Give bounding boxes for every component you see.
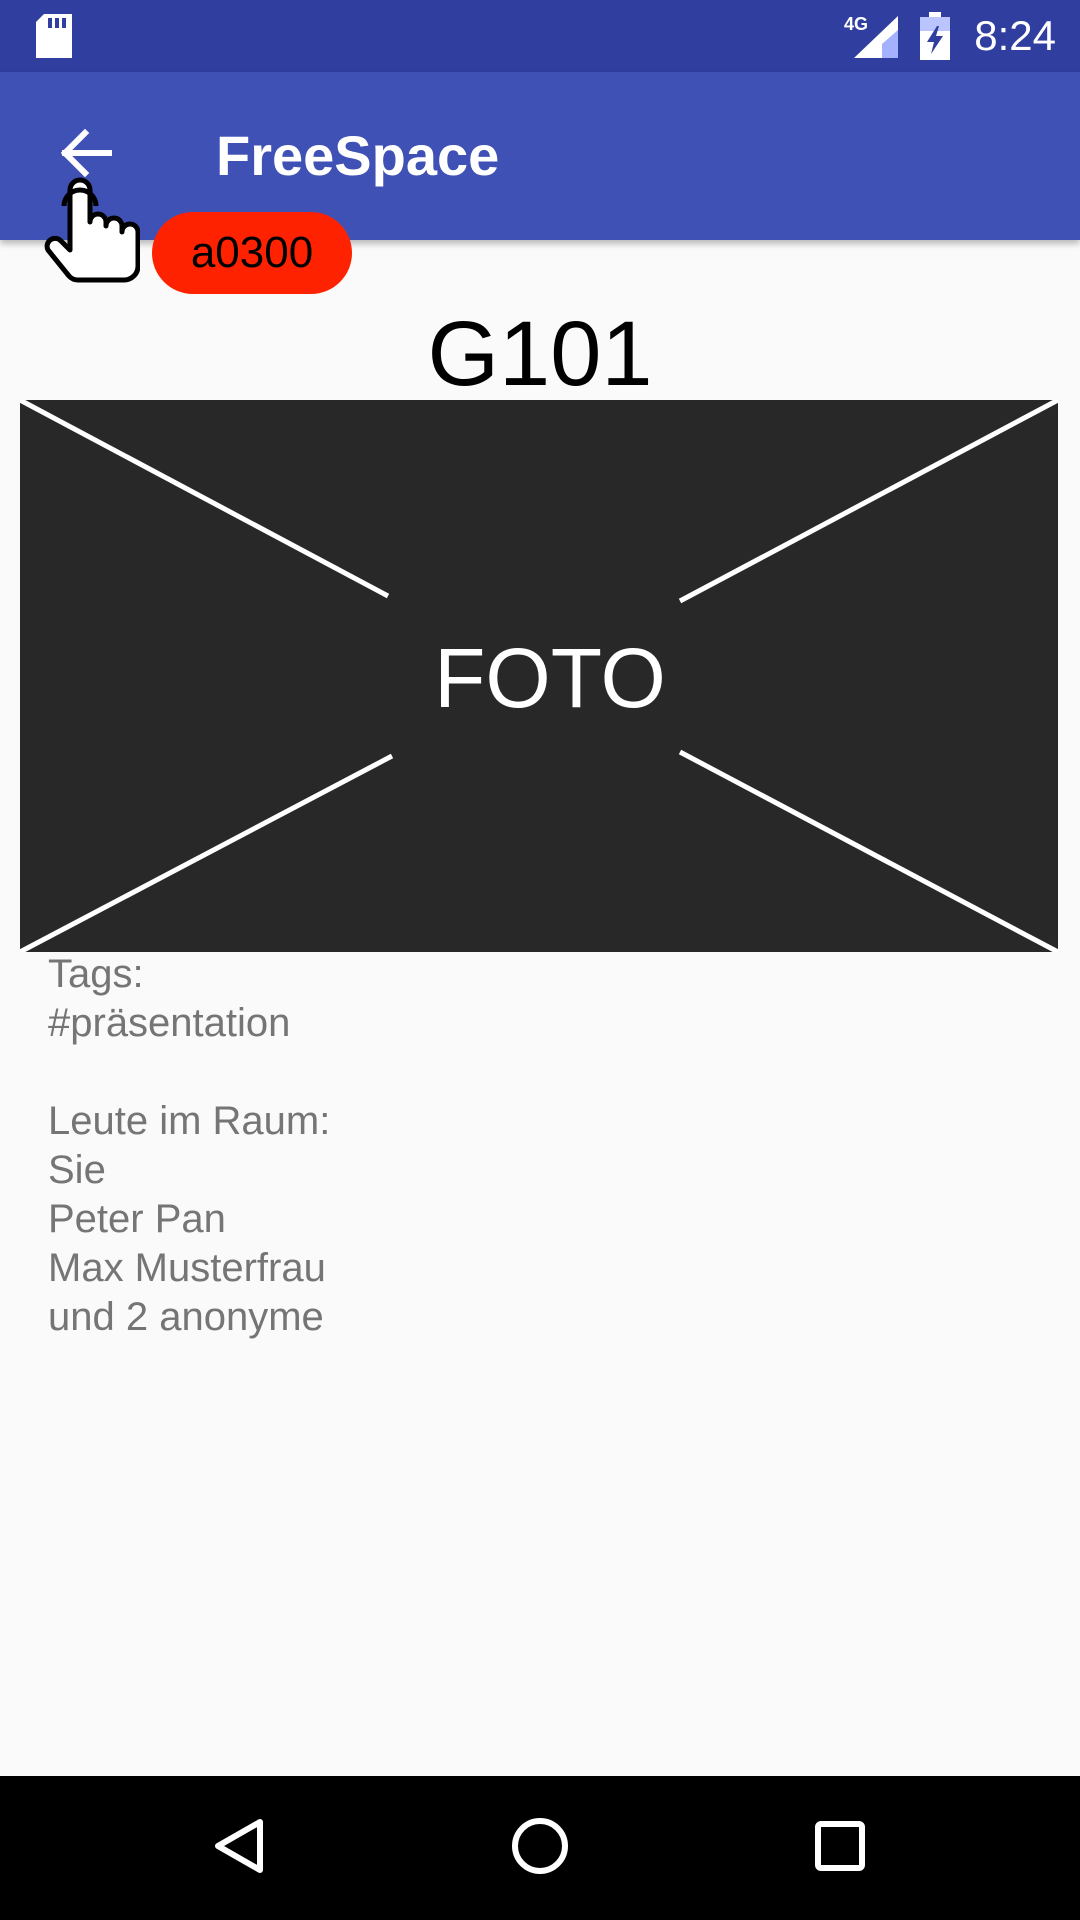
network-type-label: 4G	[844, 14, 868, 34]
status-time: 8:24	[974, 12, 1056, 59]
room-details: Tags: #präsentation Leute im Raum: Sie P…	[48, 950, 330, 1342]
photo-label: FOTO	[434, 631, 666, 725]
tag-item: #präsentation	[48, 1001, 291, 1045]
room-photo-placeholder: FOTO	[20, 400, 1058, 952]
battery-charging-icon	[920, 12, 950, 65]
person-item: Sie	[48, 1148, 106, 1192]
app-title: FreeSpace	[216, 124, 500, 187]
navigation-bar	[0, 1776, 1080, 1920]
room-title: G101	[427, 303, 653, 405]
nav-recents-icon	[810, 1816, 870, 1881]
app-bar: FreeSpace	[0, 72, 1080, 240]
nav-home-icon	[510, 1816, 570, 1881]
nav-back-button[interactable]	[190, 1798, 290, 1898]
person-item: Max Musterfrau	[48, 1246, 326, 1290]
people-heading: Leute im Raum:	[48, 1099, 331, 1143]
person-item: Peter Pan	[48, 1197, 226, 1241]
person-item: und 2 anonyme	[48, 1295, 324, 1339]
hand-pointer-icon	[44, 176, 141, 289]
signal-icon: 4G	[842, 14, 898, 63]
nav-recents-button[interactable]	[790, 1798, 890, 1898]
sd-card-icon	[36, 14, 72, 63]
action-badge: a0300	[152, 212, 352, 294]
nav-back-icon	[210, 1816, 270, 1881]
status-bar: 4G 8:24	[0, 0, 1080, 72]
nav-home-button[interactable]	[490, 1798, 590, 1898]
tags-heading: Tags:	[48, 952, 144, 996]
